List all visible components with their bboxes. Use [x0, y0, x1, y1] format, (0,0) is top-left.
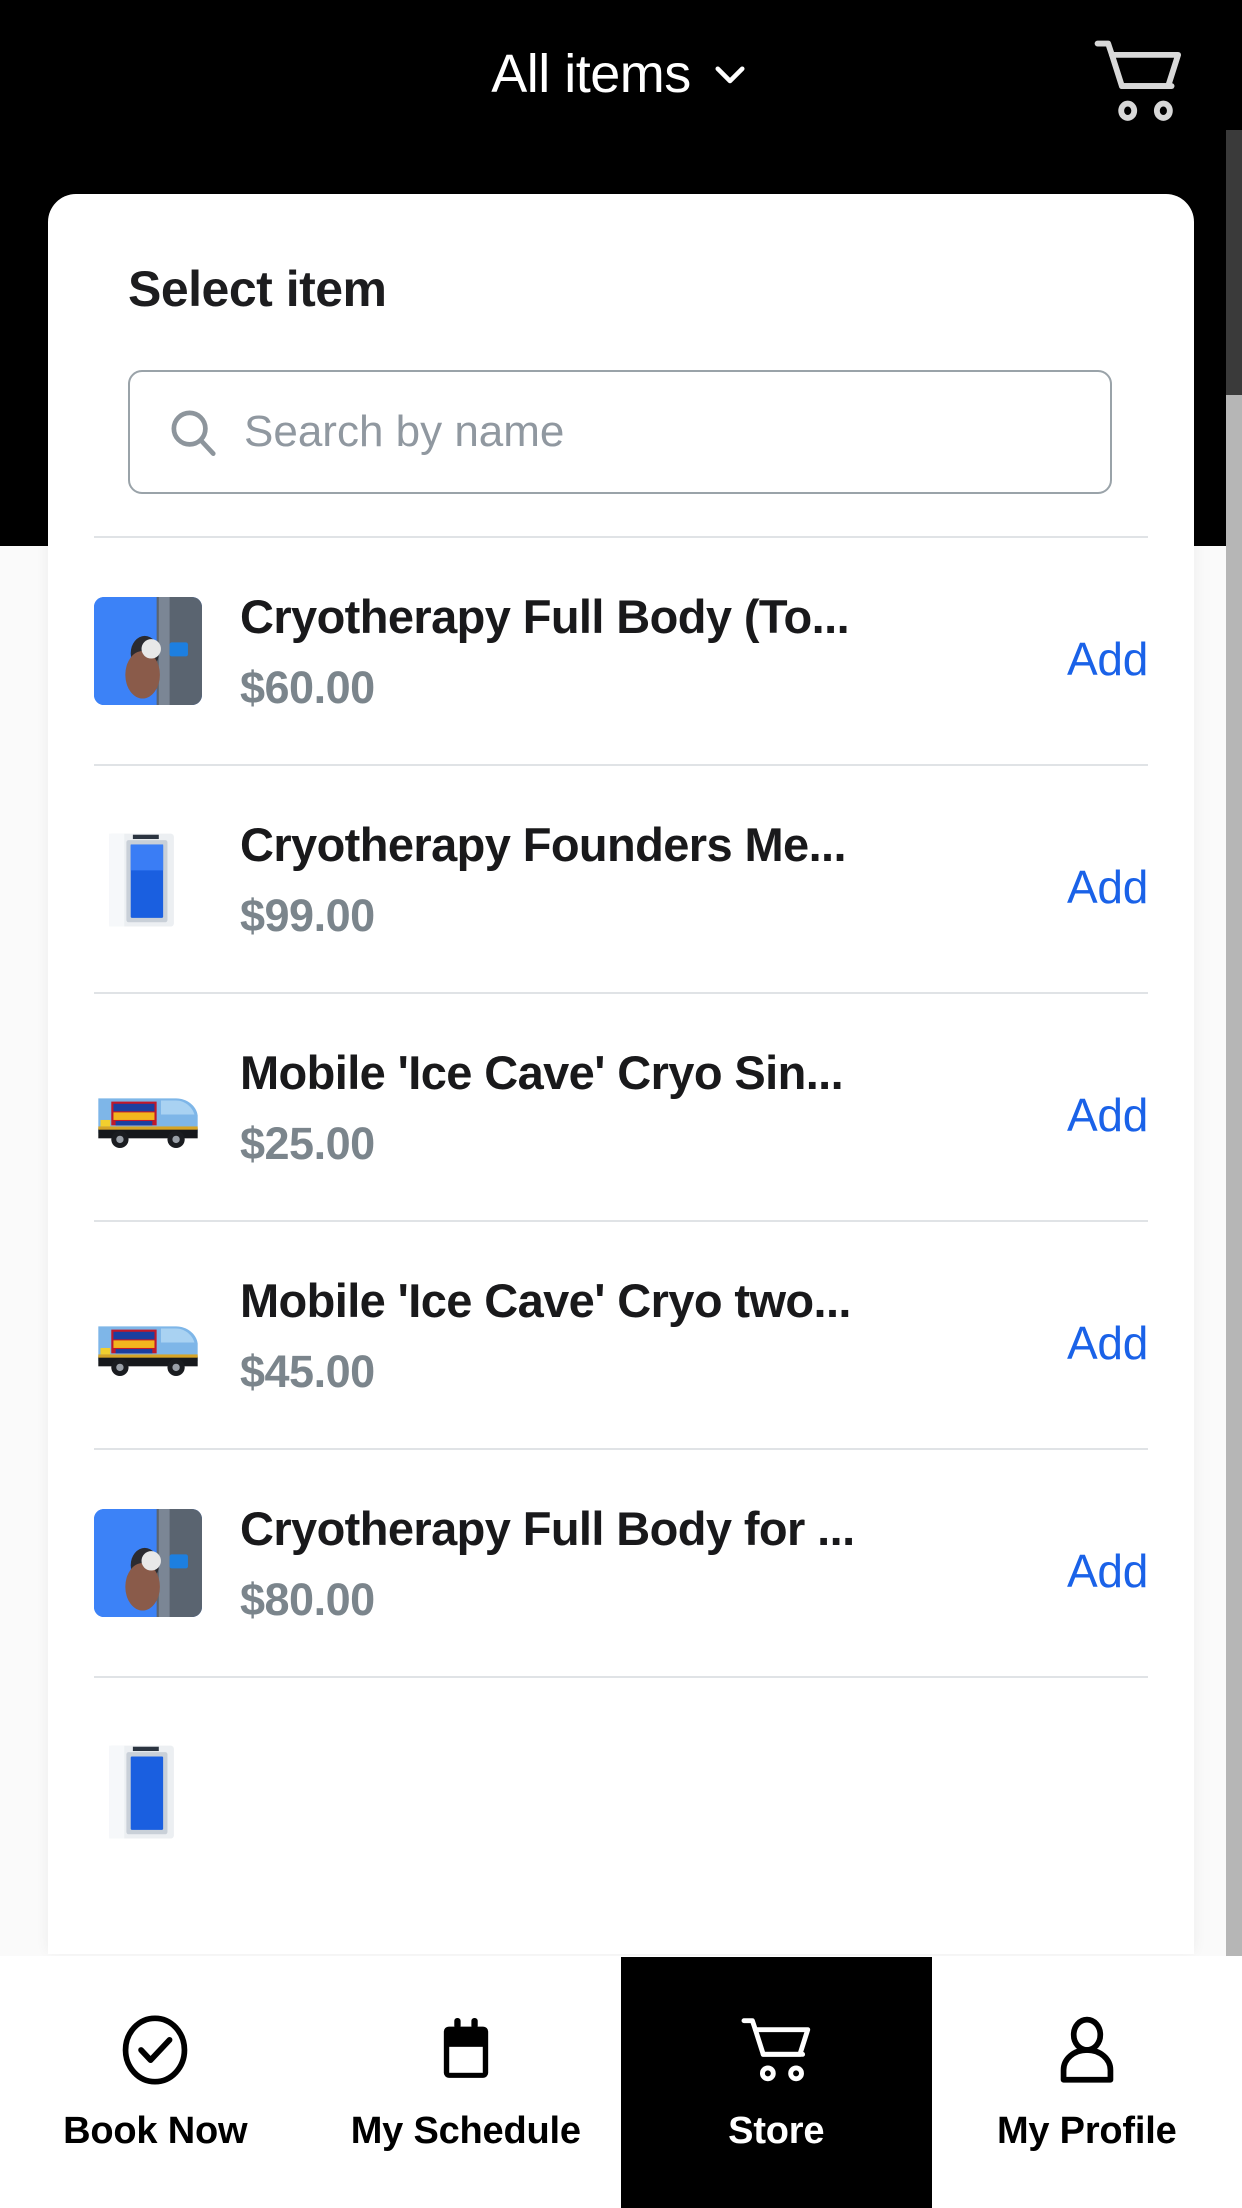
list-item[interactable]: Mobile 'Ice Cave' Cryo two... $45.00 Add: [48, 1222, 1194, 1448]
item-price: $99.00: [240, 889, 375, 941]
person-icon: [1049, 2012, 1125, 2088]
search-input[interactable]: Search by name: [128, 370, 1112, 494]
item-thumbnail: [94, 1053, 202, 1161]
item-text: Mobile 'Ice Cave' Cryo Sin... $25.00: [240, 1045, 1043, 1170]
nav-label: Store: [728, 2110, 825, 2152]
item-list: Cryotherapy Full Body (To... $60.00 Add: [48, 536, 1194, 1904]
chevron-down-icon[interactable]: [709, 53, 751, 95]
shopping-cart-icon[interactable]: [1090, 36, 1186, 122]
select-item-sheet: Select item Search by name Cryotherapy F…: [48, 194, 1194, 1954]
item-title: Mobile 'Ice Cave' Cryo Sin...: [240, 1045, 844, 1099]
search-placeholder: Search by name: [244, 407, 565, 456]
nav-item-my-profile[interactable]: My Profile: [932, 1957, 1242, 2208]
shopping-cart-icon: [738, 2012, 814, 2088]
item-thumbnail: [94, 1509, 202, 1617]
add-button[interactable]: Add: [1043, 632, 1148, 686]
item-thumbnail: [94, 1281, 202, 1389]
add-button[interactable]: Add: [1043, 1088, 1148, 1142]
bottom-navigation: Book Now My Schedule Store My Profile: [0, 1956, 1242, 2208]
scrollbar-thumb-lower[interactable]: [1226, 395, 1242, 2010]
nav-item-my-schedule[interactable]: My Schedule: [311, 1957, 622, 2208]
category-filter-button[interactable]: All items: [491, 43, 751, 105]
nav-label: Book Now: [63, 2110, 248, 2152]
nav-label: My Schedule: [350, 2110, 581, 2152]
item-thumbnail: [94, 1737, 202, 1845]
list-item[interactable]: Cryotherapy Founders Me... $99.00 Add: [48, 766, 1194, 992]
add-button[interactable]: Add: [1043, 1544, 1148, 1598]
item-price: $60.00: [240, 661, 375, 713]
nav-label: My Profile: [996, 2110, 1177, 2152]
item-text: Cryotherapy Founders Me... $99.00: [240, 817, 1043, 942]
item-title: Mobile 'Ice Cave' Cryo two...: [240, 1273, 851, 1327]
list-item[interactable]: Cryotherapy Full Body (To... $60.00 Add: [48, 538, 1194, 764]
sheet-title: Select item: [128, 261, 387, 317]
list-item[interactable]: Cryotherapy Full Body for ... $80.00 Add: [48, 1450, 1194, 1676]
scrollbar-thumb-upper[interactable]: [1226, 130, 1242, 395]
nav-item-book-now[interactable]: Book Now: [0, 1957, 311, 2208]
item-text: Mobile 'Ice Cave' Cryo two... $45.00: [240, 1273, 1043, 1398]
app-screen: All items Select item Search by name Cry…: [0, 0, 1242, 2208]
nav-item-store[interactable]: Store: [621, 1957, 932, 2208]
item-price: $80.00: [240, 1573, 375, 1625]
item-thumbnail: [94, 825, 202, 933]
list-item[interactable]: Mobile 'Ice Cave' Cryo Sin... $25.00 Add: [48, 994, 1194, 1220]
add-button[interactable]: Add: [1043, 860, 1148, 914]
item-text: Cryotherapy Full Body (To... $60.00: [240, 589, 1043, 714]
calendar-icon: [428, 2012, 504, 2088]
top-app-bar-inner: All items: [0, 0, 1242, 148]
item-thumbnail: [94, 597, 202, 705]
page-scrollbar[interactable]: [1226, 130, 1242, 2010]
item-title: Cryotherapy Founders Me...: [240, 817, 847, 871]
item-price: $25.00: [240, 1117, 375, 1169]
item-price: $45.00: [240, 1345, 375, 1397]
item-title: Cryotherapy Full Body (To...: [240, 589, 850, 643]
app-bar-title: All items: [491, 44, 691, 104]
list-item-partial[interactable]: [48, 1678, 1194, 1904]
search-icon: [166, 405, 220, 459]
check-circle-icon: [117, 2012, 193, 2088]
item-title: Cryotherapy Full Body for ...: [240, 1501, 855, 1555]
add-button[interactable]: Add: [1043, 1316, 1148, 1370]
item-text: Cryotherapy Full Body for ... $80.00: [240, 1501, 1043, 1626]
